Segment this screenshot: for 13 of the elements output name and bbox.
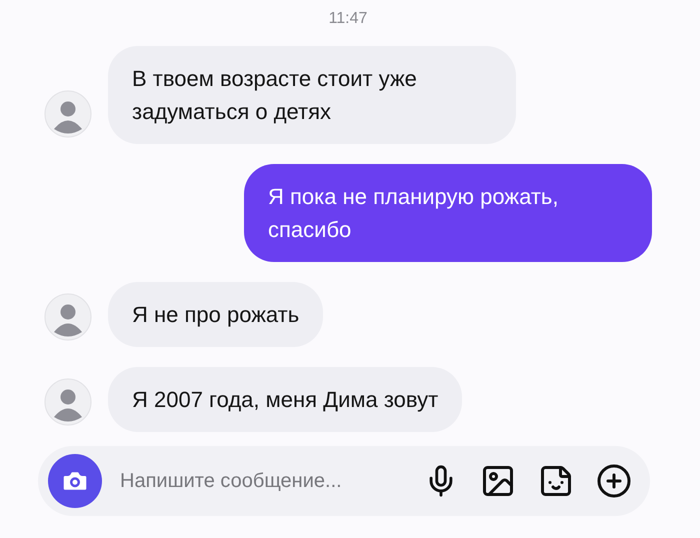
message-field[interactable]: Напишите сообщение... <box>118 468 402 494</box>
timestamp: 11:47 <box>328 10 368 28</box>
message-bubble: В твоем возрасте стоит уже задуматься о детях <box>108 46 516 144</box>
avatar-icon <box>44 90 92 138</box>
message-bubble: Я пока не планирую рожать, спасибо <box>244 164 652 262</box>
avatar-icon <box>44 293 92 341</box>
avatar-icon <box>44 378 92 426</box>
camera-button[interactable] <box>48 454 102 508</box>
sticker-icon[interactable] <box>538 463 574 499</box>
add-icon[interactable] <box>596 463 632 499</box>
image-icon[interactable] <box>480 463 516 499</box>
message-bubble: Я не про рожать <box>108 282 324 347</box>
message-bubble: Я 2007 года, меня Дима зовут <box>108 367 462 432</box>
